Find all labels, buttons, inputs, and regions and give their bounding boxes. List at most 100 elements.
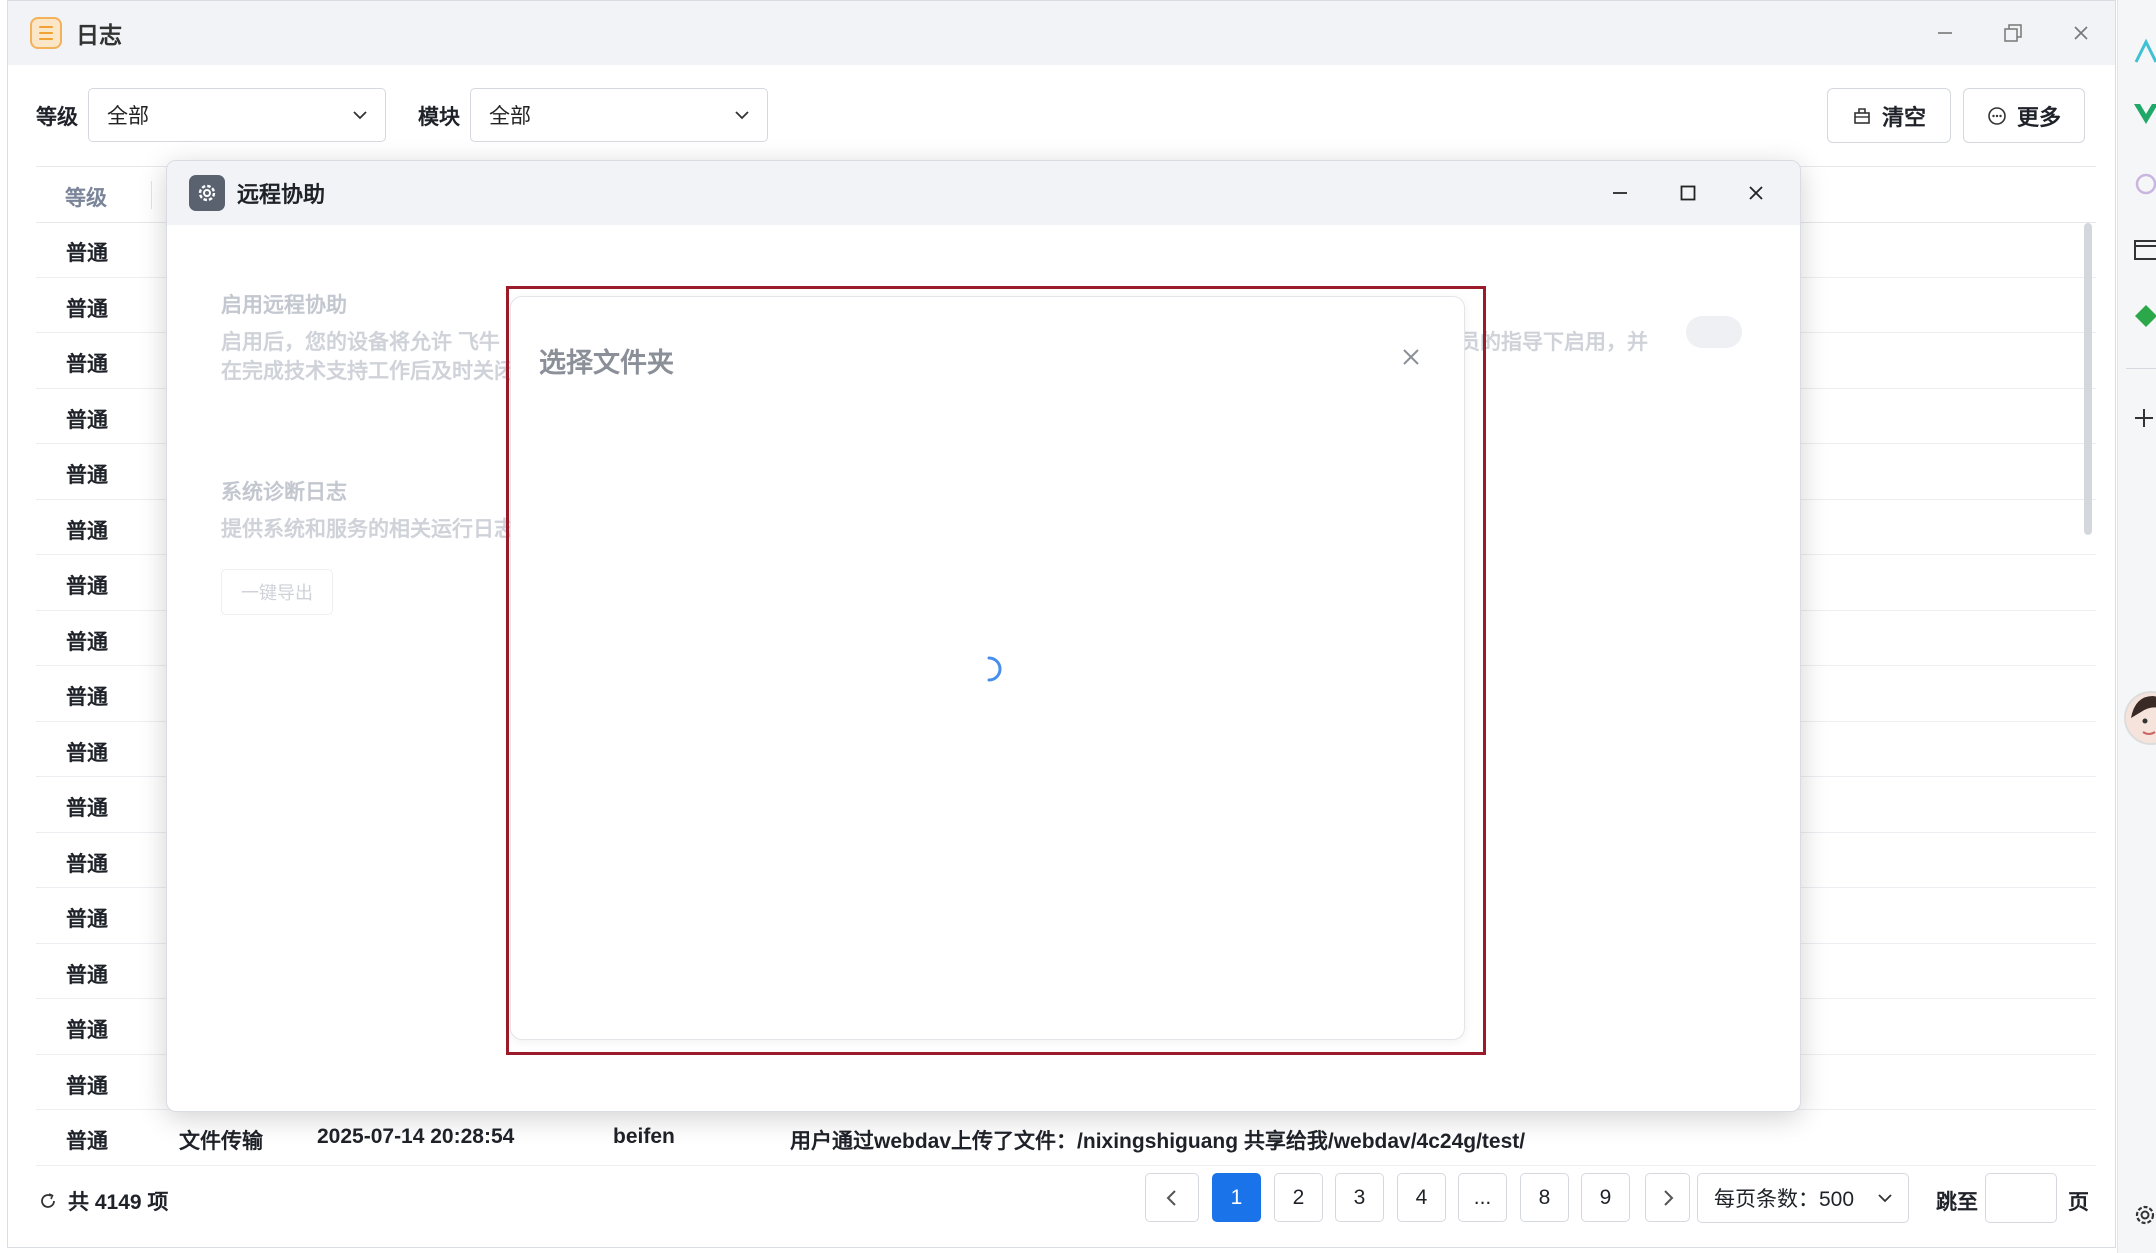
cell-level: 普通 [66, 1074, 108, 1098]
page-button-1[interactable]: 1 [1212, 1173, 1261, 1222]
export-button[interactable]: 一键导出 [221, 569, 333, 615]
cell-level: 普通 [66, 797, 108, 820]
cell-time: 2025-07-14 20:28:54 [317, 1125, 515, 1148]
page-button-9[interactable]: 9 [1581, 1173, 1630, 1222]
refresh-icon[interactable] [38, 1191, 58, 1211]
vue-app-icon[interactable] [2132, 100, 2156, 128]
diag-log-desc: 提供系统和服务的相关运行日志 [221, 518, 515, 541]
clear-button[interactable]: 清空 [1827, 88, 1951, 143]
cell-level: 普通 [66, 408, 108, 432]
cell-level: 普通 [66, 852, 108, 876]
column-header-level[interactable]: 等级 [65, 182, 107, 212]
assist-maximize-button[interactable] [1654, 161, 1722, 225]
page-suffix: 页 [2068, 1191, 2089, 1214]
cell-level: 普通 [66, 630, 108, 654]
cell-module: 文件传输 [179, 1130, 263, 1153]
assist-window-controls [1586, 161, 1790, 225]
level-filter-label: 等级 [36, 106, 78, 129]
cell-level: 普通 [66, 686, 108, 709]
cell-level: 普通 [66, 1130, 108, 1153]
enable-assist-desc-right: 员的指导下启用，并 [1459, 331, 1648, 354]
page-button-3[interactable]: 3 [1335, 1173, 1384, 1222]
maximize-icon [1680, 185, 1696, 201]
right-dock [2117, 0, 2156, 1253]
settings-app-icon [189, 175, 225, 211]
green-app-icon[interactable] [2132, 302, 2156, 330]
cell-level: 普通 [66, 1019, 108, 1042]
per-page-value: 每页条数：500 [1714, 1188, 1855, 1211]
close-button[interactable] [2047, 1, 2115, 65]
page-button-2[interactable]: 2 [1274, 1173, 1323, 1222]
assistant-avatar[interactable] [2123, 688, 2156, 748]
prev-page-button[interactable] [1145, 1173, 1199, 1222]
chevron-down-icon [735, 111, 749, 120]
table-scrollbar[interactable] [2084, 223, 2092, 535]
page-ellipsis[interactable]: ... [1458, 1173, 1507, 1222]
log-app-icon [30, 17, 62, 49]
page-button-8[interactable]: 8 [1520, 1173, 1569, 1222]
cell-level: 普通 [66, 741, 108, 765]
window-icon[interactable] [2132, 236, 2156, 264]
module-filter-label: 模块 [418, 106, 460, 129]
chevron-left-icon [1166, 1189, 1176, 1206]
titlebar: 日志 [8, 1, 2115, 65]
table-row[interactable]: 普通 文件传输 2025-07-14 20:28:54 beifen 用户通过w… [36, 1110, 2096, 1166]
dialog-close-button[interactable] [1391, 337, 1431, 377]
level-select[interactable]: 全部 [88, 88, 386, 142]
window-title: 日志 [76, 22, 122, 48]
cell-level: 普通 [66, 519, 108, 543]
chevron-down-icon [1878, 1194, 1892, 1203]
module-select[interactable]: 全部 [470, 88, 768, 142]
cell-level: 普通 [66, 908, 108, 931]
restore-icon [2004, 24, 2022, 42]
enable-assist-toggle[interactable] [1686, 316, 1742, 348]
close-icon [2074, 26, 2088, 40]
total-count-text: 共 4149 项 [68, 1191, 169, 1214]
add-icon[interactable] [2132, 406, 2156, 430]
diag-log-heading: 系统诊断日志 [221, 481, 347, 504]
minimize-icon [1613, 192, 1627, 194]
enable-assist-heading: 启用远程协助 [221, 294, 347, 317]
app-shortcut-icon[interactable] [2132, 38, 2156, 66]
per-page-select[interactable]: 每页条数：500 [1697, 1173, 1909, 1223]
jump-label: 跳至 [1936, 1191, 1978, 1214]
pagination-footer: 共 4149 项 1 2 3 4 ... 8 9 每页条数：500 跳至 页 [8, 1169, 2115, 1225]
link-icon[interactable] [2132, 170, 2156, 198]
more-button[interactable]: 更多 [1963, 88, 2085, 143]
minimize-icon [1938, 32, 1952, 34]
page-button-4[interactable]: 4 [1397, 1173, 1446, 1222]
jump-page-input[interactable] [1985, 1173, 2057, 1223]
cell-level: 普通 [66, 464, 108, 487]
select-folder-dialog: 选择文件夹 [510, 296, 1465, 1040]
restore-button[interactable] [1979, 1, 2047, 65]
close-icon [1749, 186, 1763, 200]
dialog-title: 选择文件夹 [539, 348, 674, 378]
chevron-right-icon [1663, 1189, 1673, 1206]
cell-level: 普通 [66, 575, 108, 598]
assist-close-button[interactable] [1722, 161, 1790, 225]
settings-icon[interactable] [2132, 1202, 2156, 1228]
assist-minimize-button[interactable] [1586, 161, 1654, 225]
level-select-value: 全部 [107, 105, 149, 128]
chevron-down-icon [353, 111, 367, 120]
assist-titlebar: 远程协助 [167, 161, 1800, 225]
more-label: 更多 [2016, 104, 2061, 130]
assist-title: 远程协助 [237, 182, 326, 207]
cell-message: 用户通过webdav上传了文件：/nixingshiguang 共享给我/web… [790, 1130, 1526, 1153]
close-icon [1403, 349, 1419, 365]
enable-assist-desc-2: 在完成技术支持工作后及时关闭 [221, 360, 515, 383]
cell-level: 普通 [66, 963, 108, 987]
minimize-button[interactable] [1911, 1, 1979, 65]
more-icon [1988, 106, 2006, 125]
column-divider [151, 181, 152, 209]
cell-level: 普通 [66, 297, 108, 321]
cell-user: beifen [613, 1125, 675, 1148]
dock-divider [2126, 368, 2156, 369]
window-controls [1911, 1, 2115, 65]
module-select-value: 全部 [489, 105, 531, 128]
next-page-button[interactable] [1645, 1173, 1690, 1222]
enable-assist-desc-1: 启用后，您的设备将允许 飞牛 [221, 331, 500, 354]
clear-label: 清空 [1881, 104, 1926, 130]
loading-spinner-icon [987, 656, 1002, 682]
cell-level: 普通 [66, 242, 108, 265]
